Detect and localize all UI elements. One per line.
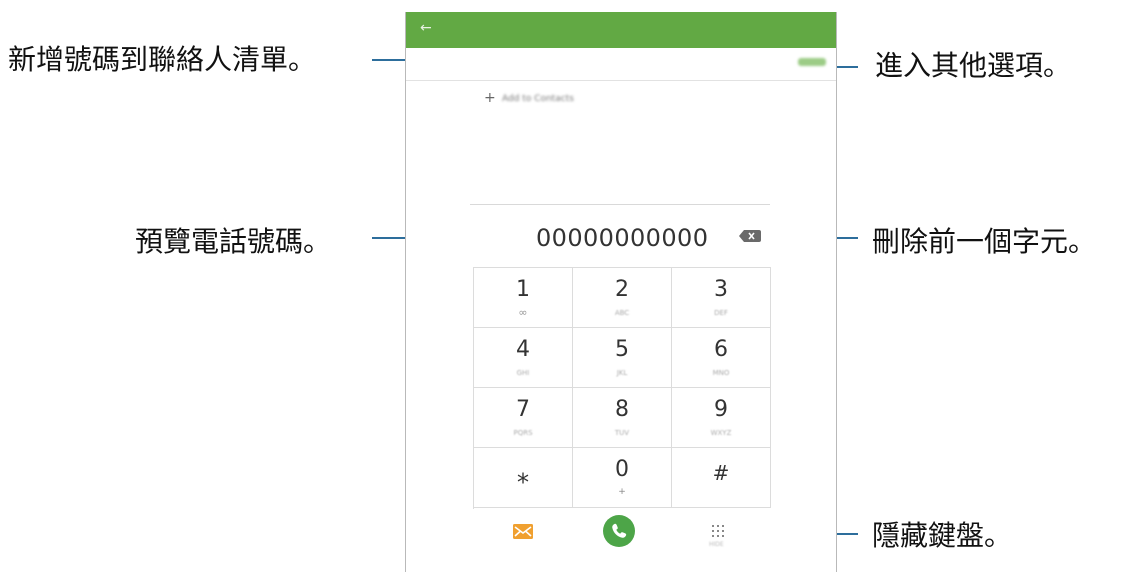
phone-icon: [612, 523, 627, 538]
bottom-action-bar: HIDE: [406, 512, 836, 572]
number-separator: [470, 204, 770, 205]
dial-keypad: 1 ∞ 2 ABC 3 DEF 4 GHI 5 JKL 6 MNO 7 PQRS…: [473, 267, 771, 509]
key-digit: 6: [714, 337, 728, 362]
call-button[interactable]: [603, 515, 635, 547]
key-plus: +: [618, 487, 626, 497]
message-icon[interactable]: [513, 524, 533, 539]
voicemail-icon: ∞: [518, 306, 528, 319]
key-digit: 9: [714, 397, 728, 422]
key-hash[interactable]: #: [672, 448, 771, 508]
top-bar: ←: [406, 12, 836, 48]
callout-preview-number: 預覽電話號碼。: [135, 225, 332, 258]
arrow-left-icon[interactable]: ←: [420, 20, 432, 36]
key-letters: WXYZ: [710, 429, 732, 437]
key-digit: 4: [516, 337, 530, 362]
key-letters: TUV: [614, 429, 630, 437]
hide-keypad-label: HIDE: [709, 541, 724, 548]
add-to-contacts-label: Add to Contacts: [502, 94, 574, 104]
backspace-icon[interactable]: [739, 230, 761, 242]
key-letters: JKL: [616, 369, 628, 377]
key-4[interactable]: 4 GHI: [474, 328, 573, 388]
key-digit: 0: [615, 457, 629, 482]
callout-more-options: 進入其他選項。: [875, 49, 1072, 82]
key-6[interactable]: 6 MNO: [672, 328, 771, 388]
key-digit: 8: [615, 397, 629, 422]
action-bar: [406, 48, 836, 81]
key-1[interactable]: 1 ∞: [474, 268, 573, 328]
key-0[interactable]: 0 +: [573, 448, 672, 508]
key-digit: 5: [615, 337, 629, 362]
key-letters: DEF: [714, 309, 728, 317]
keypad-hide-icon[interactable]: [712, 525, 724, 537]
key-letters: PQRS: [513, 429, 533, 437]
key-digit: ⁎: [517, 461, 529, 489]
more-button[interactable]: [798, 58, 826, 66]
key-digit: 1: [516, 277, 530, 302]
key-5[interactable]: 5 JKL: [573, 328, 672, 388]
key-digit: 3: [714, 277, 728, 302]
key-letters: MNO: [712, 369, 730, 377]
callout-add-contact: 新增號碼到聯絡人清單。: [8, 43, 317, 76]
key-9[interactable]: 9 WXYZ: [672, 388, 771, 448]
key-star[interactable]: ⁎: [474, 448, 573, 508]
key-digit: 7: [516, 397, 530, 422]
dialed-number: 00000000000: [536, 224, 709, 252]
key-letters: GHI: [516, 369, 530, 377]
phone-screen: ← + Add to Contacts 00000000000 1 ∞ 2 AB…: [405, 12, 837, 572]
key-3[interactable]: 3 DEF: [672, 268, 771, 328]
plus-icon: +: [484, 90, 496, 106]
key-digit: #: [712, 461, 730, 485]
key-2[interactable]: 2 ABC: [573, 268, 672, 328]
key-7[interactable]: 7 PQRS: [474, 388, 573, 448]
callout-delete-char: 刪除前一個字元。: [872, 225, 1097, 258]
callout-hide-keypad: 隱藏鍵盤。: [872, 519, 1013, 552]
key-letters: ABC: [614, 309, 630, 317]
key-8[interactable]: 8 TUV: [573, 388, 672, 448]
key-digit: 2: [615, 277, 629, 302]
